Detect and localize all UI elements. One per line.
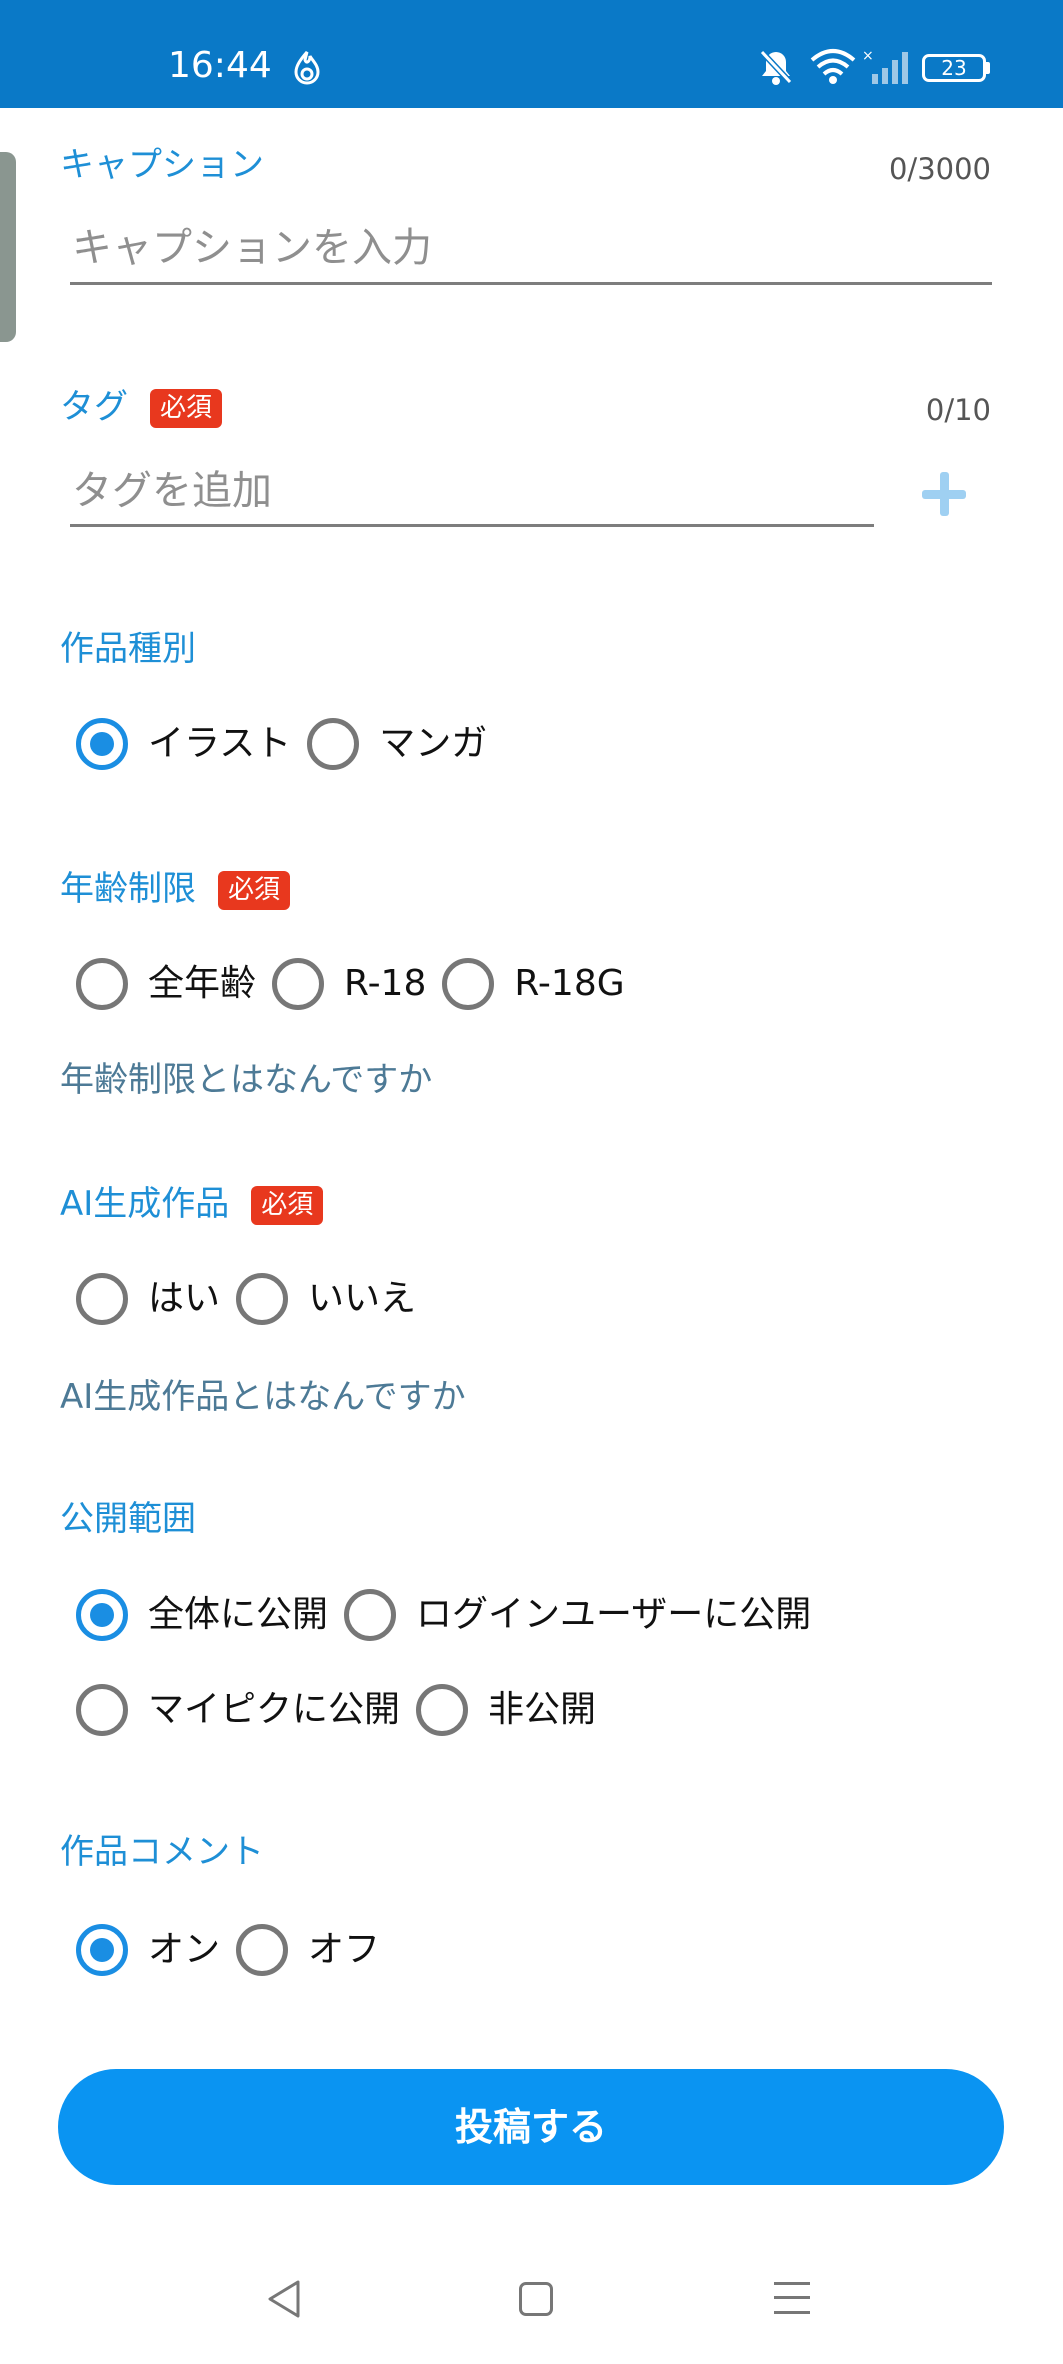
visibility-label: 公開範囲 <box>60 1499 196 1539</box>
bell-muted-icon <box>759 49 793 85</box>
radio-label: いいえ <box>308 1278 417 1319</box>
radio-all-ages[interactable]: 全年齢 <box>76 958 256 1010</box>
tag-counter: 0/10 <box>925 393 991 427</box>
menu-line <box>774 2282 810 2285</box>
radio-unchecked-icon[interactable] <box>76 1273 128 1325</box>
status-bar: 16:44 × 23 <box>0 0 1063 108</box>
radio-label: マイピクに公開 <box>148 1689 401 1730</box>
radio-label: はい <box>148 1278 221 1319</box>
ai-generated-label: AI生成作品 <box>60 1184 230 1224</box>
tag-label: タグ <box>60 387 128 427</box>
radio-unchecked-icon[interactable] <box>236 1924 289 1976</box>
tag-underline <box>70 524 874 527</box>
radio-no[interactable]: いいえ <box>236 1273 416 1325</box>
radio-yes[interactable]: はい <box>76 1273 220 1325</box>
caption-label: キャプション <box>60 145 264 185</box>
radio-private[interactable]: 非公開 <box>416 1684 596 1736</box>
radio-r18g[interactable]: R-18G <box>442 958 625 1010</box>
submit-button[interactable]: 投稿する <box>58 2069 1004 2185</box>
battery-icon: 23 <box>922 54 986 82</box>
required-badge: 必須 <box>251 1186 324 1225</box>
radio-login-users[interactable]: ログインユーザーに公開 <box>344 1589 811 1641</box>
ai-generated-header: AI生成作品 必須 <box>60 1182 324 1226</box>
radio-label: イラスト <box>148 723 292 764</box>
age-limit-header: 年齢制限 必須 <box>60 867 291 911</box>
radio-label: 非公開 <box>488 1689 597 1730</box>
menu-line <box>774 2311 810 2314</box>
radio-unchecked-icon[interactable] <box>76 958 128 1010</box>
comments-radio-group: オン オフ <box>76 1924 396 1976</box>
battery-level: 23 <box>941 56 967 80</box>
age-limit-label: 年齢制限 <box>60 869 196 909</box>
status-time: 16:44 <box>168 45 272 86</box>
radio-label: R-18 <box>344 963 427 1004</box>
radio-unchecked-icon[interactable] <box>236 1273 289 1325</box>
svg-text:×: × <box>862 48 874 64</box>
radio-on[interactable]: オン <box>76 1924 220 1976</box>
age-limit-help-link[interactable]: 年齢制限とはなんですか <box>60 1058 432 1102</box>
work-type-label: 作品種別 <box>60 629 196 669</box>
home-icon[interactable] <box>519 2282 553 2316</box>
radio-unchecked-icon[interactable] <box>76 1684 128 1736</box>
radio-label: オフ <box>308 1929 381 1970</box>
work-type-radio-group: イラスト マンガ <box>76 718 503 770</box>
caption-underline <box>70 282 992 285</box>
radio-manga[interactable]: マンガ <box>307 718 487 770</box>
radio-unchecked-icon[interactable] <box>416 1684 469 1736</box>
radio-label: 全年齢 <box>148 963 257 1004</box>
tag-section-header: タグ 必須 <box>60 385 223 429</box>
required-badge: 必須 <box>150 389 223 428</box>
radio-illust[interactable]: イラスト <box>76 718 291 770</box>
caption-input[interactable]: キャプションを入力 <box>72 222 432 274</box>
ai-generated-radio-group: はい いいえ <box>76 1273 432 1325</box>
add-tag-plus-icon[interactable] <box>918 468 970 520</box>
flame-app-icon <box>294 51 320 85</box>
visibility-radio-group-row1: 全体に公開 ログインユーザーに公開 <box>76 1589 827 1641</box>
menu-icon[interactable] <box>774 2280 810 2316</box>
back-icon[interactable] <box>264 2278 304 2320</box>
age-limit-radio-group: 全年齢 R-18 R-18G <box>76 958 641 1010</box>
menu-line <box>774 2296 810 2299</box>
radio-label: R-18G <box>514 963 625 1004</box>
radio-unchecked-icon[interactable] <box>442 958 495 1010</box>
radio-checked-icon[interactable] <box>76 718 128 770</box>
radio-unchecked-icon[interactable] <box>272 958 325 1010</box>
radio-unchecked-icon[interactable] <box>307 718 360 770</box>
visibility-radio-group-row2: マイピクに公開 非公開 <box>76 1684 612 1736</box>
edge-handle[interactable] <box>0 152 16 342</box>
radio-checked-icon[interactable] <box>76 1589 128 1641</box>
wifi-icon <box>810 49 856 84</box>
radio-label: ログインユーザーに公開 <box>416 1594 812 1635</box>
radio-unchecked-icon[interactable] <box>344 1589 397 1641</box>
radio-label: 全体に公開 <box>148 1594 329 1635</box>
radio-r18[interactable]: R-18 <box>272 958 426 1010</box>
radio-off[interactable]: オフ <box>236 1924 380 1976</box>
signal-icon: × <box>862 48 908 84</box>
caption-counter: 0/3000 <box>888 152 991 186</box>
radio-label: オン <box>148 1929 221 1970</box>
ai-generated-help-link[interactable]: AI生成作品とはなんですか <box>60 1375 466 1419</box>
radio-label: マンガ <box>379 723 488 764</box>
battery-tip <box>986 62 990 74</box>
radio-checked-icon[interactable] <box>76 1924 128 1976</box>
required-badge: 必須 <box>218 871 291 910</box>
comments-label: 作品コメント <box>60 1832 264 1872</box>
radio-public[interactable]: 全体に公開 <box>76 1589 328 1641</box>
tag-input[interactable]: タグを追加 <box>72 465 272 517</box>
radio-mypic[interactable]: マイピクに公開 <box>76 1684 400 1736</box>
